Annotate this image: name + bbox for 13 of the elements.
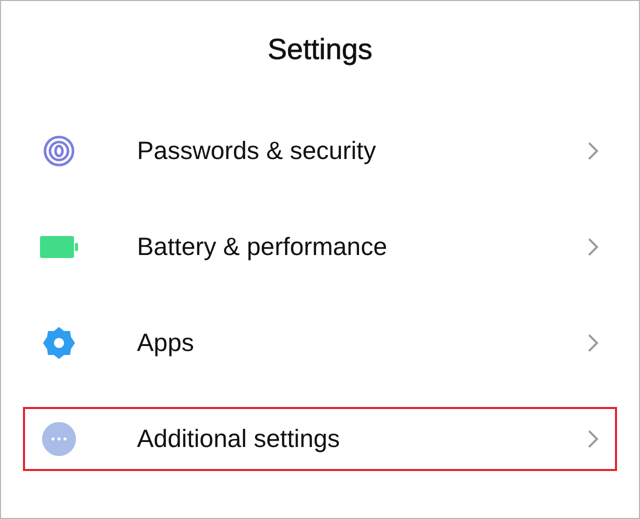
gear-icon	[42, 326, 76, 360]
battery-icon	[40, 235, 78, 259]
more-icon	[42, 422, 76, 456]
settings-item[interactable]: Battery & performance	[23, 215, 617, 279]
chevron-icon	[587, 237, 599, 257]
chevron-icon	[587, 333, 599, 353]
settings-item[interactable]: Passwords & security	[23, 119, 617, 183]
chevron-icon	[587, 429, 599, 449]
chevron-icon	[587, 141, 599, 161]
fingerprint-icon	[43, 135, 75, 167]
settings-item[interactable]: Additional settings	[23, 407, 617, 471]
settings-item[interactable]: Apps	[23, 311, 617, 375]
screen-title: Settings	[266, 33, 374, 68]
